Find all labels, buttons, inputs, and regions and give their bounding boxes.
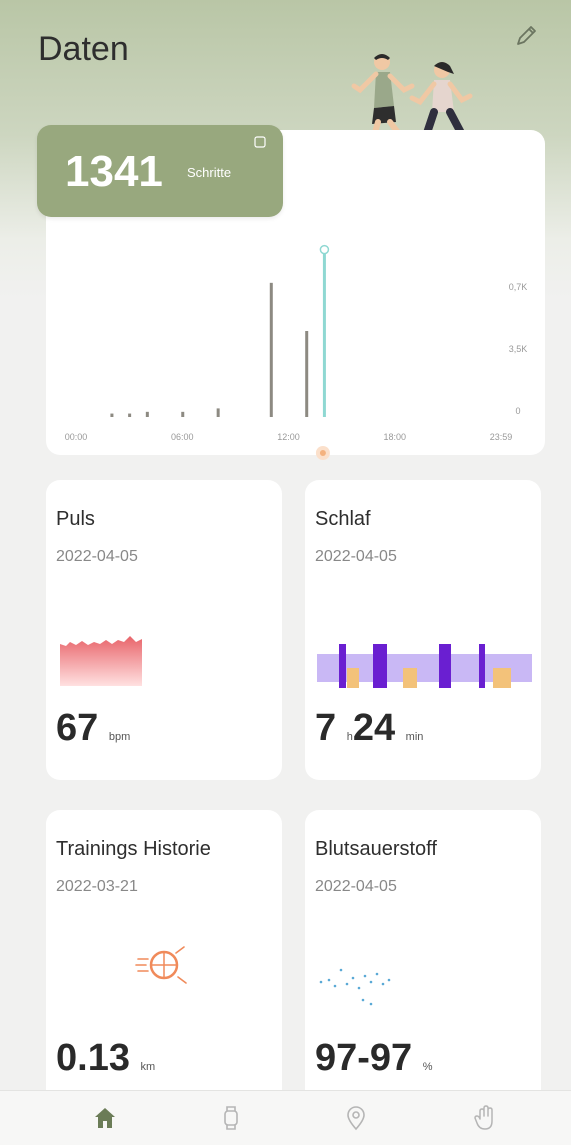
page-title: Daten: [38, 30, 129, 68]
schlaf-minutes: 24: [352, 707, 396, 749]
steps-value: 1341: [65, 147, 163, 196]
x-tick-label: 00:00: [65, 432, 88, 442]
blut-unit: %: [422, 1061, 433, 1073]
bottom-nav: [0, 1090, 571, 1145]
training-date: 2022-03-21: [56, 878, 138, 895]
puls-unit: bpm: [108, 731, 131, 743]
blut-value: 97-97: [315, 1037, 413, 1079]
training-unit: km: [140, 1061, 156, 1073]
hand-icon[interactable]: [470, 1103, 500, 1133]
puls-title: Puls: [56, 508, 95, 530]
selected-bar-marker: [319, 244, 330, 255]
schlaf-value-row: 7 h24 min: [315, 707, 423, 750]
puls-card[interactable]: Puls 2022-04-05 67 bpm: [46, 480, 282, 780]
puls-value-row: 67 bpm: [56, 707, 130, 750]
blut-title: Blutsauerstoff: [315, 838, 437, 860]
blut-card[interactable]: Blutsauerstoff 2022-04-05 97-97 %: [305, 810, 541, 1110]
home-icon[interactable]: [90, 1103, 120, 1133]
puls-graph: [60, 636, 142, 686]
schlaf-m-unit: min: [405, 731, 424, 743]
step-bar: [322, 253, 326, 417]
steps-badge[interactable]: 1341 Schritte: [37, 125, 283, 217]
training-icon: [135, 946, 187, 984]
y-tick-label: 0: [515, 406, 520, 416]
schlaf-title: Schlaf: [315, 508, 371, 530]
step-bar: [269, 282, 273, 417]
blut-value-row: 97-97 %: [315, 1037, 433, 1080]
step-bar: [181, 411, 185, 417]
step-bar: [216, 408, 220, 417]
y-tick-label: 3,5K: [509, 344, 528, 354]
training-value-row: 0.13 km: [56, 1037, 155, 1080]
schlaf-hours: 7: [315, 707, 337, 749]
pencil-icon[interactable]: [512, 22, 540, 50]
training-value: 0.13: [56, 1037, 130, 1079]
training-title: Trainings Historie: [56, 838, 211, 860]
step-bar: [128, 413, 132, 417]
puls-date: 2022-04-05: [56, 548, 138, 565]
watch-icon[interactable]: [216, 1103, 246, 1133]
step-bar: [305, 331, 309, 417]
info-icon: [254, 136, 266, 148]
y-tick-label: 0,7K: [509, 282, 528, 292]
location-icon[interactable]: [341, 1103, 371, 1133]
oxygen-graph: [319, 968, 391, 1006]
x-tick-label: 06:00: [171, 432, 194, 442]
schlaf-date: 2022-04-05: [315, 548, 397, 565]
blut-date: 2022-04-05: [315, 878, 397, 895]
schlaf-card[interactable]: Schlaf 2022-04-05 7 h24 min: [305, 480, 541, 780]
training-card[interactable]: Trainings Historie 2022-03-21 0.13 km: [46, 810, 282, 1110]
steps-unit: Schritte: [187, 165, 232, 180]
puls-value: 67: [56, 707, 99, 749]
steps-chart[interactable]: 00:00 06:00 12:00 18:00 23:59 0 3,5K 0,7K: [46, 225, 545, 460]
x-tick-label: 12:00: [277, 432, 300, 442]
sleep-graph: [317, 644, 532, 688]
step-bar: [145, 411, 149, 417]
step-bar: [110, 413, 114, 417]
x-tick-label: 18:00: [383, 432, 406, 442]
chart-scrubber-dot: [319, 450, 326, 456]
x-tick-label: 23:59: [490, 432, 513, 442]
